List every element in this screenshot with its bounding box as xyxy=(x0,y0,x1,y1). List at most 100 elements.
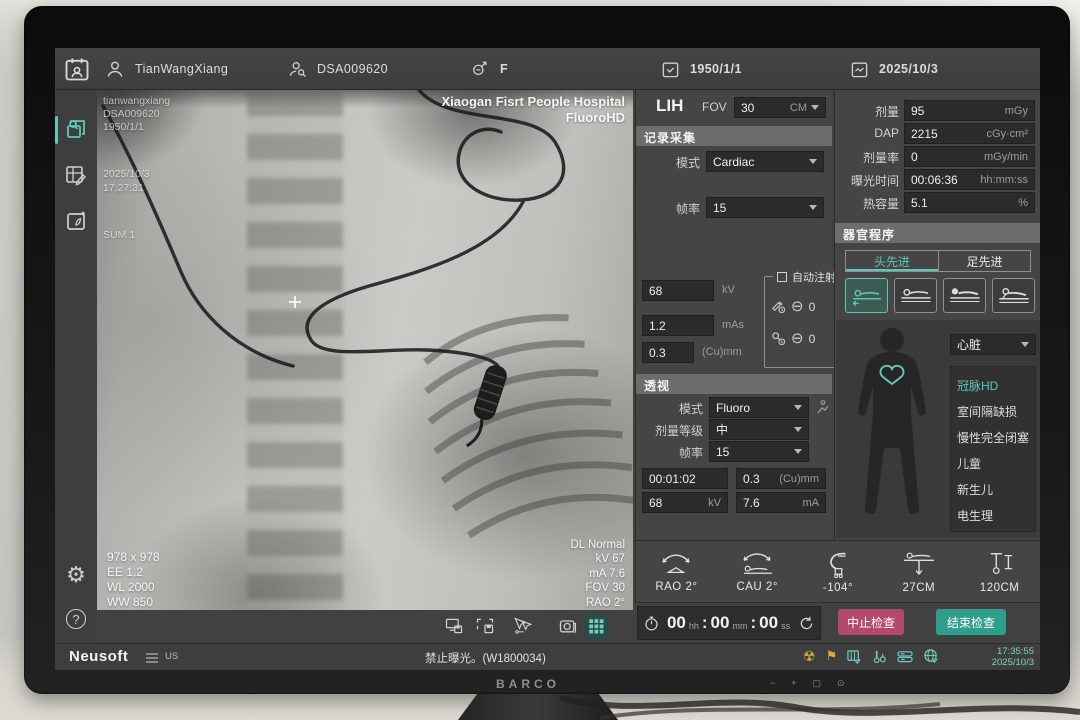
timer-hours: 00 xyxy=(667,613,686,633)
tab-feet-first[interactable]: 足先进 xyxy=(938,251,1030,271)
procedure-item[interactable]: 室间隔缺损 xyxy=(957,399,1029,425)
barco-logo: BARCO xyxy=(496,677,560,691)
position-button-head-elevated[interactable] xyxy=(943,278,986,313)
fluoro-mode-dropdown[interactable]: Fluoro xyxy=(709,397,809,418)
detector-status-icon[interactable] xyxy=(847,649,862,664)
technique-label: FluoroHD xyxy=(442,110,625,126)
brightness-down-button[interactable]: − xyxy=(770,678,775,689)
camera-capture-button[interactable] xyxy=(555,613,581,639)
procedure-item[interactable]: 冠脉HD xyxy=(957,373,1029,399)
patient-name-group: TianWangXiang xyxy=(105,48,228,90)
table-height-icon xyxy=(898,550,940,578)
gender-icon xyxy=(470,59,490,79)
record-mas-field: 1.2 xyxy=(642,315,714,336)
organ-section-header: 器官程序 xyxy=(835,223,1040,243)
record-kv-field: 68 xyxy=(642,280,714,301)
temperature-status-icon[interactable] xyxy=(872,649,887,664)
patient-select-icon xyxy=(64,117,88,141)
save-screen-icon xyxy=(444,616,464,636)
bed-position-icon xyxy=(997,285,1031,307)
inject-delay-minus-button[interactable]: ⊖ xyxy=(791,299,804,314)
record-cu-unit: (Cu)mm xyxy=(702,346,742,358)
status-bar: Neusoft US 禁止曝光。(W1800034) ☢ ⚑ xyxy=(55,643,1040,670)
overlay-image-params: 978 x 978 EE 1.2 WL 2000 WW 850 xyxy=(107,550,160,610)
save-frame-button[interactable] xyxy=(472,613,498,639)
body-silhouette[interactable] xyxy=(840,324,944,536)
hospital-name: Xiaogan Fisrt People Hospital xyxy=(442,94,625,110)
indicator-sid: 120CM xyxy=(959,541,1040,602)
end-exam-button[interactable]: 结束检查 xyxy=(936,609,1006,635)
record-kv-unit: kV xyxy=(722,284,735,296)
patient-id-group: DSA009620 xyxy=(287,48,388,90)
dose-field: 2215cGy·cm² xyxy=(904,123,1035,144)
dose-row: 热容量 5.1% xyxy=(835,192,1040,213)
application-screen: TianWangXiang DSA009620 xyxy=(55,48,1040,670)
gender-group: F xyxy=(470,48,508,90)
exam-date: 2025/10/3 xyxy=(879,62,938,76)
dose-field: 00:06:36hh:mm:ss xyxy=(904,169,1035,190)
record-mode-dropdown[interactable]: Cardiac xyxy=(706,151,824,172)
network-status-icon[interactable] xyxy=(923,648,939,664)
procedure-item[interactable]: 新生儿 xyxy=(957,477,1029,503)
record-fps-dropdown[interactable]: 15 xyxy=(706,197,824,218)
procedure-item[interactable]: 儿童 xyxy=(957,451,1029,477)
record-fps-label: 帧率 xyxy=(676,200,700,217)
auto-inject-checkbox[interactable] xyxy=(777,272,787,282)
sidebar-item-settings[interactable]: ⚙ xyxy=(63,562,89,588)
patient-schedule-button[interactable] xyxy=(63,48,91,90)
procedure-item[interactable]: 电生理 xyxy=(957,503,1029,529)
position-button-supine-table[interactable] xyxy=(894,278,937,313)
exam-control-bar: 00 hh : 00 mm : 00 ss 中止检查 结束检查 xyxy=(635,602,1040,643)
generator-status-icon[interactable] xyxy=(897,649,913,664)
overlay-patient-info: tianwangxiang DSA009620 1950/1/1 2025/10… xyxy=(103,95,170,242)
layout-grid-button[interactable] xyxy=(583,613,609,639)
gender-value: F xyxy=(500,62,508,76)
abort-exam-button[interactable]: 中止检查 xyxy=(838,609,904,635)
chevron-down-icon xyxy=(794,405,802,410)
power-button[interactable]: ⊙ xyxy=(837,678,845,689)
birth-date: 1950/1/1 xyxy=(690,62,742,76)
indicator-carm-angle: -104° xyxy=(798,541,879,602)
grid-layout-icon xyxy=(587,617,605,635)
brightness-up-button[interactable]: + xyxy=(791,678,796,689)
flag-disabled-icon[interactable]: ⚑ xyxy=(826,649,838,663)
chevron-down-icon xyxy=(794,427,802,432)
fluoro-mode-label: 模式 xyxy=(679,400,703,417)
flush-delay-minus-button[interactable]: ⊖ xyxy=(791,331,804,346)
acquisition-panel: LIH FOV 30 CM 记录采集 模式 Cardiac 帧率 15 68 xyxy=(635,90,832,540)
body-region-dropdown[interactable]: 心脏 xyxy=(950,334,1036,355)
pointer-tools-button[interactable] xyxy=(509,613,535,639)
menu-icon[interactable] xyxy=(145,652,159,664)
position-button-supine-head-left[interactable] xyxy=(845,278,888,313)
fluoro-image-viewport[interactable]: tianwangxiang DSA009620 1950/1/1 2025/10… xyxy=(97,90,633,610)
fluoro-dose-dropdown[interactable]: 中 xyxy=(709,419,809,440)
dual-cursor-icon xyxy=(512,616,532,636)
sidebar-item-worklist-edit[interactable] xyxy=(63,162,89,188)
fov-dropdown[interactable]: 30 CM xyxy=(734,97,826,118)
sidebar-item-help[interactable]: ? xyxy=(63,606,89,632)
position-button-lateral[interactable] xyxy=(992,278,1035,313)
osd-menu-button[interactable]: ▢ xyxy=(813,678,822,689)
stopwatch-icon xyxy=(643,615,660,632)
system-time: 17:35:55 xyxy=(992,646,1034,657)
pigtail-catheter xyxy=(462,363,509,452)
injector-flush-icon xyxy=(771,331,786,346)
radiation-warning-icon[interactable]: ☢ xyxy=(803,649,816,663)
sidebar-item-image-gallery[interactable] xyxy=(63,208,89,234)
dose-organ-panel: 剂量 95mGy DAP 2215cGy·cm² 剂量率 0mGy/min 曝光… xyxy=(834,90,1040,540)
system-tray: ☢ ⚑ xyxy=(803,648,939,664)
flush-delay-value: 0 xyxy=(809,332,835,346)
sidebar-item-patient-select[interactable] xyxy=(63,116,89,142)
save-screen-button[interactable] xyxy=(441,613,467,639)
person-icon xyxy=(105,59,125,79)
timer-reset-icon[interactable] xyxy=(798,615,815,632)
procedure-item[interactable]: 慢性完全闭塞 xyxy=(957,425,1029,451)
monitor-bezel: TianWangXiang DSA009620 xyxy=(24,6,1070,694)
fluoro-kv-field: 68kV xyxy=(642,492,728,513)
fluoro-fps-dropdown[interactable]: 15 xyxy=(709,441,809,462)
tab-head-first[interactable]: 头先进 xyxy=(846,251,938,271)
calendar-check-icon xyxy=(661,60,680,79)
language-label[interactable]: US xyxy=(165,651,178,662)
dose-field: 95mGy xyxy=(904,100,1035,121)
fluoro-lock-icon[interactable] xyxy=(814,399,830,415)
